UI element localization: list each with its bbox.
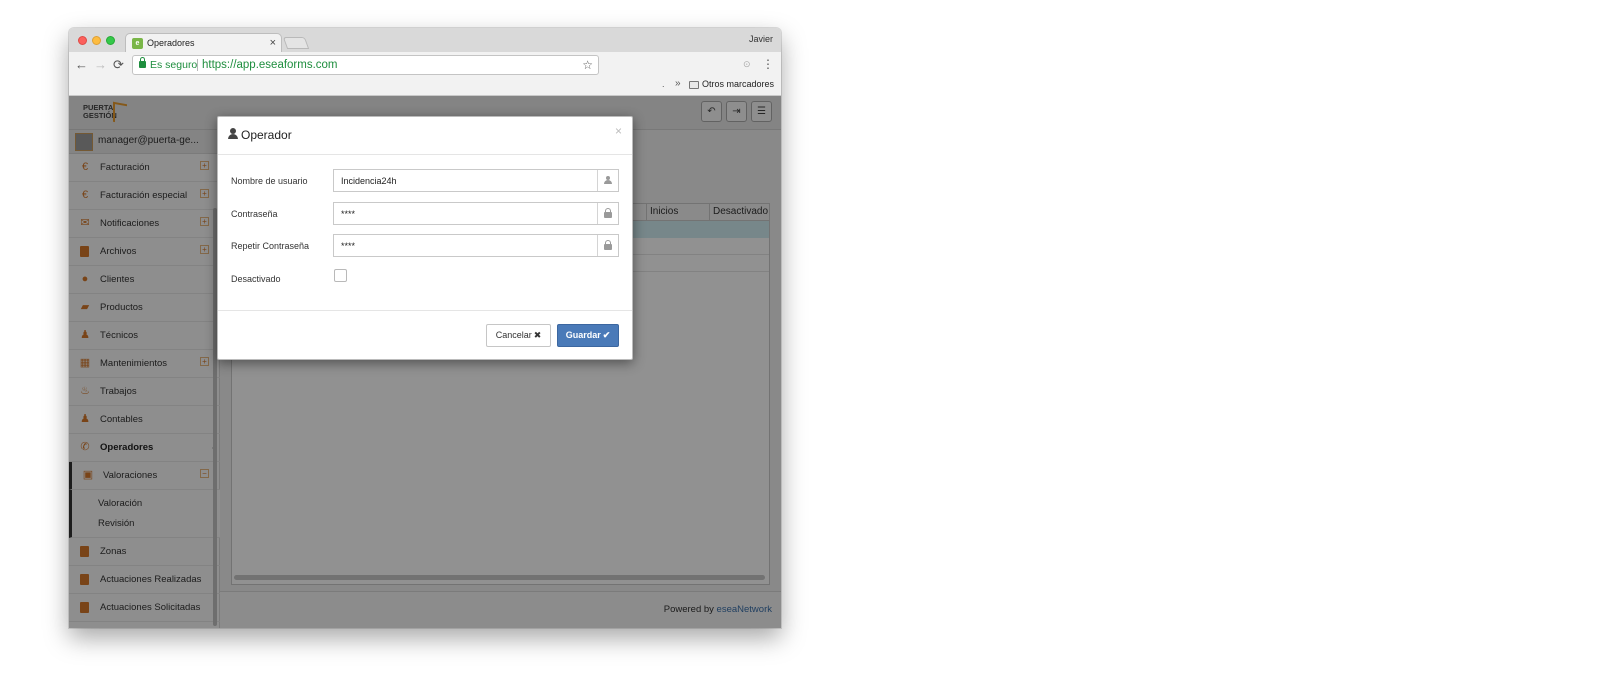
favicon-icon: e <box>132 38 143 49</box>
omnibox-separator <box>197 59 198 71</box>
close-window-button[interactable] <box>78 36 87 45</box>
back-icon[interactable]: ← <box>75 57 88 73</box>
tab-operadores[interactable]: e Operadores × <box>125 33 282 53</box>
repeat-password-label: Repetir Contraseña <box>231 241 310 251</box>
browser-menu-icon[interactable]: ⋮ <box>762 57 774 71</box>
lock-icon <box>597 235 618 256</box>
forward-icon[interactable]: → <box>94 57 107 73</box>
close-icon[interactable]: × <box>615 124 622 138</box>
disabled-checkbox[interactable] <box>334 269 347 282</box>
folder-icon <box>689 81 699 89</box>
bookmarks-overflow-icon[interactable]: » <box>675 78 681 89</box>
lock-icon <box>597 203 618 224</box>
repeat-password-field[interactable]: **** <box>333 234 619 257</box>
browser-toolbar: ← → ⟳ Es seguro https://app.eseaforms.co… <box>69 52 781 96</box>
lock-icon <box>139 57 146 68</box>
address-bar[interactable]: Es seguro https://app.eseaforms.com ☆ <box>132 55 599 75</box>
bookmark-item[interactable]: . <box>662 79 665 89</box>
cancel-button[interactable]: Cancelar ✖ <box>486 324 551 347</box>
tab-title: Operadores <box>147 38 195 48</box>
profile-name[interactable]: Javier <box>749 34 773 44</box>
dialog-title: Operador <box>241 128 292 142</box>
check-icon: ✔ <box>602 330 611 340</box>
username-label: Nombre de usuario <box>231 176 308 186</box>
new-tab-button[interactable] <box>282 37 310 49</box>
operator-dialog: Operador × Nombre de usuario Incidencia2… <box>217 116 633 360</box>
cancel-label: Cancelar <box>495 330 532 340</box>
save-button[interactable]: Guardar ✔ <box>557 324 619 347</box>
maximize-window-button[interactable] <box>106 36 115 45</box>
repeat-password-value: **** <box>341 241 356 251</box>
dialog-footer: Cancelar ✖ Guardar ✔ <box>218 310 632 360</box>
user-icon <box>597 170 618 191</box>
username-value: Incidencia24h <box>341 176 397 186</box>
tab-close-icon[interactable]: × <box>270 34 276 52</box>
url-text[interactable]: https://app.eseaforms.com <box>202 56 338 74</box>
times-icon: ✖ <box>533 330 542 340</box>
bookmark-star-icon[interactable]: ☆ <box>582 56 593 74</box>
tab-strip: e Operadores × Javier <box>69 28 781 53</box>
reload-icon[interactable]: ⟳ <box>113 57 124 73</box>
dialog-header: Operador × <box>218 117 632 155</box>
user-icon <box>228 128 238 140</box>
minimize-window-button[interactable] <box>92 36 101 45</box>
secure-label: Es seguro <box>150 59 198 71</box>
bookmarks-folder-label[interactable]: Otros marcadores <box>702 79 774 89</box>
password-value: **** <box>341 209 356 219</box>
browser-window: e Operadores × Javier ← → ⟳ Es seguro ht… <box>69 28 781 628</box>
username-field[interactable]: Incidencia24h <box>333 169 619 192</box>
extension-icon[interactable]: ⊙ <box>743 59 751 70</box>
save-label: Guardar <box>565 330 601 340</box>
disabled-label: Desactivado <box>231 274 281 284</box>
password-field[interactable]: **** <box>333 202 619 225</box>
password-label: Contraseña <box>231 209 278 219</box>
